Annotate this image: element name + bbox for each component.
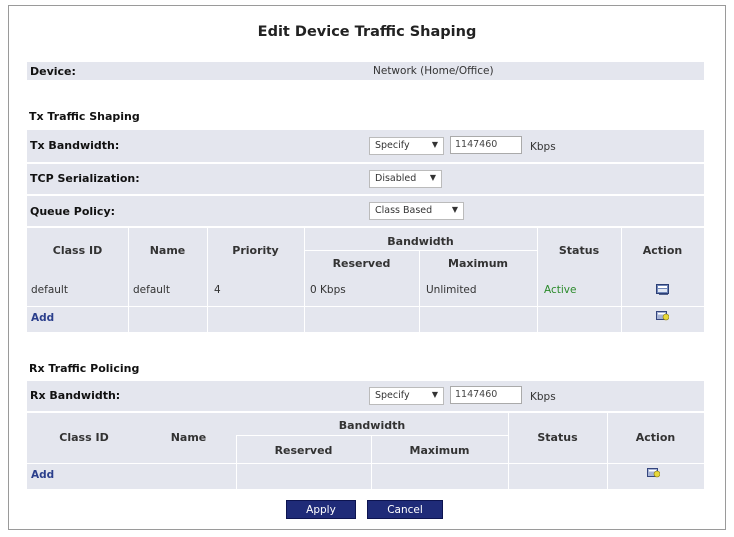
- rx-header-maximum: Maximum: [409, 444, 470, 457]
- tx-header-reserved: Reserved: [332, 257, 391, 270]
- tx-bandwidth-row: [27, 130, 704, 162]
- tx-header-priority: Priority: [232, 244, 279, 257]
- rx-header-class-id: Class ID: [59, 431, 109, 444]
- tx-bandwidth-mode-select[interactable]: Specify ▼: [369, 137, 444, 155]
- rx-bandwidth-mode-select[interactable]: Specify ▼: [369, 387, 444, 405]
- tx-header-class-id: Class ID: [52, 244, 103, 257]
- edit-icon[interactable]: [656, 284, 669, 295]
- tx-row-maximum: Unlimited: [426, 284, 477, 296]
- tx-row-priority: 4: [214, 284, 221, 296]
- add-icon[interactable]: [647, 467, 660, 478]
- device-value: Network (Home/Office): [373, 65, 494, 77]
- rx-bandwidth-mode-value: Specify: [375, 390, 410, 401]
- chevron-down-icon: ▼: [431, 390, 438, 399]
- tx-row-class-id: default: [31, 284, 68, 296]
- page-title: Edit Device Traffic Shaping: [257, 24, 477, 40]
- tx-add-link[interactable]: Add: [31, 312, 54, 324]
- queue-policy-label: Queue Policy:: [30, 205, 116, 218]
- tx-section-title: Tx Traffic Shaping: [29, 110, 140, 123]
- rx-table-subheader-line: [236, 435, 508, 436]
- rx-table-divider: [508, 413, 509, 489]
- rx-header-bandwidth: Bandwidth: [338, 419, 406, 432]
- tx-table-row-line: [27, 306, 704, 307]
- queue-policy-row: [27, 196, 704, 226]
- tx-row-name: default: [133, 284, 170, 296]
- queue-policy-select[interactable]: Class Based ▼: [369, 202, 464, 220]
- rx-header-reserved: Reserved: [274, 444, 333, 457]
- rx-section-title: Rx Traffic Policing: [29, 362, 140, 375]
- device-row: [27, 62, 704, 80]
- tx-bandwidth-mode-value: Specify: [375, 140, 410, 151]
- rx-bandwidth-input[interactable]: 1147460: [450, 386, 522, 404]
- tx-bandwidth-input[interactable]: 1147460: [450, 136, 522, 154]
- rx-bandwidth-units: Kbps: [530, 391, 556, 403]
- rx-bandwidth-label: Rx Bandwidth:: [30, 389, 121, 402]
- queue-policy-value: Class Based: [375, 205, 433, 216]
- add-icon[interactable]: [656, 310, 669, 321]
- rx-add-link[interactable]: Add: [31, 469, 54, 481]
- tx-header-bandwidth: Bandwidth: [387, 235, 454, 248]
- rx-table-divider: [607, 413, 608, 489]
- rx-bandwidth-row: [27, 381, 704, 411]
- chevron-down-icon: ▼: [451, 205, 458, 214]
- rx-header-name: Name: [170, 431, 207, 444]
- rx-header-status: Status: [537, 431, 578, 444]
- tcp-serialization-select[interactable]: Disabled ▼: [369, 170, 442, 188]
- tx-table-subheader-line: [304, 250, 537, 251]
- chevron-down-icon: ▼: [431, 140, 438, 149]
- tx-bandwidth-units: Kbps: [530, 141, 556, 153]
- tx-header-maximum: Maximum: [448, 257, 508, 270]
- tx-header-action: Action: [642, 244, 683, 257]
- apply-button[interactable]: Apply: [286, 500, 356, 519]
- tcp-serialization-label: TCP Serialization:: [30, 172, 140, 185]
- cancel-button[interactable]: Cancel: [367, 500, 443, 519]
- chevron-down-icon: ▼: [429, 173, 436, 182]
- tx-row-status: Active: [544, 284, 577, 296]
- rx-header-action: Action: [635, 431, 676, 444]
- device-label: Device:: [30, 65, 76, 78]
- tcp-serialization-value: Disabled: [375, 173, 417, 184]
- rx-table-row-line: [27, 463, 704, 464]
- tx-bandwidth-label: Tx Bandwidth:: [30, 139, 120, 152]
- tx-header-status: Status: [558, 244, 600, 257]
- tx-row-reserved: 0 Kbps: [310, 284, 346, 296]
- tx-header-name: Name: [149, 244, 186, 257]
